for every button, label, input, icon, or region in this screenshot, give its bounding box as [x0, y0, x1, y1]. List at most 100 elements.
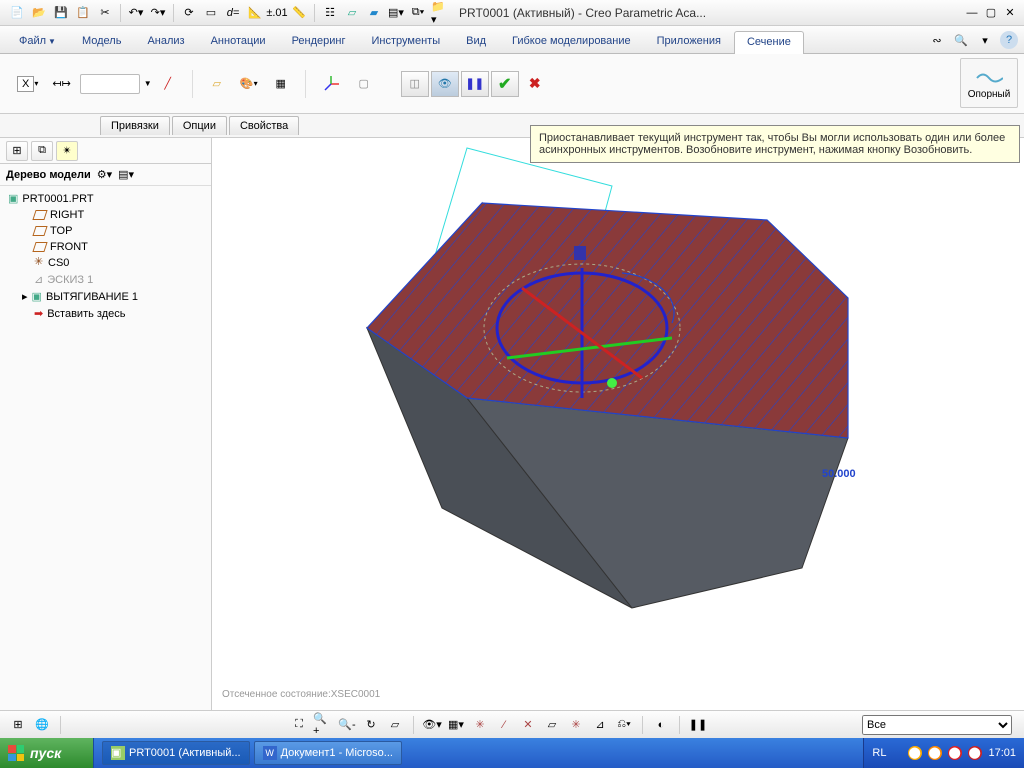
- render-icon[interactable]: ◐: [650, 715, 672, 735]
- tree-filter-icon[interactable]: ▤▾: [118, 168, 134, 181]
- layer-icon[interactable]: ☷: [320, 3, 340, 23]
- grid-button[interactable]: ▦: [267, 70, 295, 98]
- browser-icon[interactable]: 🌐: [31, 715, 53, 735]
- taskbar-item-creo[interactable]: ▣ PRT0001 (Активный...: [102, 741, 250, 765]
- taskbar-item-word[interactable]: W Документ1 - Microso...: [254, 741, 402, 765]
- reference-panel[interactable]: Опорный: [960, 58, 1018, 108]
- search-icon[interactable]: 🔍: [952, 31, 970, 49]
- menu-file[interactable]: Файл▼: [6, 30, 69, 53]
- csys-button[interactable]: [316, 70, 346, 98]
- folder-icon[interactable]: 📁▾: [430, 3, 450, 23]
- tree-item-cs0[interactable]: CS0: [6, 255, 205, 271]
- paint-button[interactable]: 🎨▾: [235, 70, 263, 98]
- tree-root[interactable]: ▣PRT0001.PRT: [6, 190, 205, 207]
- subtab-bindings[interactable]: Привязки: [100, 116, 170, 135]
- eye-button[interactable]: 👁: [431, 71, 459, 97]
- plane-yellow-button[interactable]: ▱: [203, 70, 231, 98]
- undo-dropdown[interactable]: ↶▾: [126, 3, 146, 23]
- copy-icon[interactable]: 📋: [73, 3, 93, 23]
- rewind-icon[interactable]: ∾: [928, 31, 946, 49]
- redo-dropdown[interactable]: ↷▾: [148, 3, 168, 23]
- tree-mode2-button[interactable]: ⧉: [31, 141, 53, 161]
- accept-button[interactable]: ✔: [491, 71, 519, 97]
- note-icon[interactable]: 📐: [245, 3, 265, 23]
- plane1-icon[interactable]: ▱: [342, 3, 362, 23]
- dimension-label[interactable]: 50.000: [822, 468, 856, 480]
- csys-toggle-icon[interactable]: ✳: [469, 715, 491, 735]
- expand-icon[interactable]: ▸: [22, 290, 28, 303]
- tree-toggle-icon[interactable]: ⊞: [7, 715, 29, 735]
- clock[interactable]: 17:01: [988, 747, 1016, 759]
- tree-item-right[interactable]: RIGHT: [6, 207, 205, 223]
- new-icon[interactable]: 📄: [7, 3, 27, 23]
- cancel-button[interactable]: ✖: [521, 71, 549, 97]
- menu-apps[interactable]: Приложения: [644, 30, 734, 53]
- tol-icon[interactable]: ±.01: [267, 3, 287, 23]
- plane-toggle-icon[interactable]: ▱: [541, 715, 563, 735]
- refit-icon[interactable]: ⛶: [288, 715, 310, 735]
- play-model-button[interactable]: ◫: [401, 71, 429, 97]
- plane2-icon[interactable]: ▰: [364, 3, 384, 23]
- box-icon[interactable]: ▭: [201, 3, 221, 23]
- stack-icon[interactable]: ⧉▾: [408, 3, 428, 23]
- menu-analysis[interactable]: Анализ: [134, 30, 197, 53]
- datum-icon[interactable]: d=: [223, 3, 243, 23]
- subtab-properties[interactable]: Свойства: [229, 116, 299, 135]
- menu-rendering[interactable]: Рендеринг: [279, 30, 359, 53]
- repaint-icon[interactable]: ↻: [360, 715, 382, 735]
- dim-icon[interactable]: 📏: [289, 3, 309, 23]
- saved-view-icon[interactable]: 👁▾: [421, 715, 443, 735]
- start-button[interactable]: пуск: [0, 738, 94, 768]
- pause-small-icon[interactable]: ❚❚: [687, 715, 709, 735]
- tray-icon-1[interactable]: ⬤: [908, 746, 922, 760]
- tray-icon-4[interactable]: ⬤: [968, 746, 982, 760]
- sketch-icon: ⊿: [34, 273, 43, 286]
- annot-icon[interactable]: ⎌▾: [613, 715, 635, 735]
- regen-icon[interactable]: ⟳: [179, 3, 199, 23]
- style1-icon[interactable]: ▦▾: [445, 715, 467, 735]
- misc1-icon[interactable]: ✳︎: [565, 715, 587, 735]
- datum-plane-icon: [32, 210, 47, 220]
- zoom-in-icon[interactable]: 🔍+: [312, 715, 334, 735]
- flip-button[interactable]: ╱: [154, 70, 182, 98]
- tree-item-insert[interactable]: ➡Вставить здесь: [6, 305, 205, 322]
- selection-filter[interactable]: Все: [862, 715, 1012, 735]
- pause-button[interactable]: ❚❚: [461, 71, 489, 97]
- menu-view[interactable]: Вид: [453, 30, 499, 53]
- minimize-icon[interactable]: —: [964, 5, 980, 21]
- tree-item-extrude[interactable]: ▸▣ВЫТЯГИВАНИЕ 1: [6, 288, 205, 305]
- sheet-icon[interactable]: ▤▾: [386, 3, 406, 23]
- tree-mode1-button[interactable]: ⊞: [6, 141, 28, 161]
- close-icon[interactable]: ✕: [1002, 5, 1018, 21]
- menu-section[interactable]: Сечение: [734, 31, 804, 54]
- menu-tools[interactable]: Инструменты: [359, 30, 454, 53]
- open-icon[interactable]: 📂: [29, 3, 49, 23]
- 3d-viewport[interactable]: 50.000 Отсеченное состояние:XSEC0001: [212, 138, 1024, 710]
- tree-item-front[interactable]: FRONT: [6, 239, 205, 255]
- axis-x-button[interactable]: X▾: [12, 70, 43, 98]
- tree-mode3-button[interactable]: ✴: [56, 141, 78, 161]
- menu-flexible[interactable]: Гибкое моделирование: [499, 30, 644, 53]
- save-icon[interactable]: 💾: [51, 3, 71, 23]
- menu-annotations[interactable]: Аннотации: [198, 30, 279, 53]
- tree-item-top[interactable]: TOP: [6, 223, 205, 239]
- restore-icon[interactable]: ▢: [983, 5, 999, 21]
- tray-icon-3[interactable]: ⬤: [948, 746, 962, 760]
- box3d-button[interactable]: ▢: [350, 70, 378, 98]
- zoom-out-icon[interactable]: 🔍-: [336, 715, 358, 735]
- cut-icon[interactable]: ✂: [95, 3, 115, 23]
- dropdown-icon[interactable]: ▾: [976, 31, 994, 49]
- distance-button[interactable]: ↤↦: [47, 70, 75, 98]
- help-icon[interactable]: ?: [1000, 31, 1018, 49]
- point-toggle-icon[interactable]: ✕: [517, 715, 539, 735]
- misc2-icon[interactable]: ⊿: [589, 715, 611, 735]
- subtab-options[interactable]: Опции: [172, 116, 227, 135]
- tree-item-sketch[interactable]: ⊿ЭСКИЗ 1: [6, 271, 205, 288]
- lang-indicator[interactable]: RL: [872, 747, 886, 759]
- tree-settings-icon[interactable]: ⚙▾: [97, 168, 112, 181]
- axis-toggle-icon[interactable]: ⁄: [493, 715, 515, 735]
- dist-input[interactable]: [80, 74, 140, 94]
- menu-model[interactable]: Модель: [69, 30, 134, 53]
- tray-icon-2[interactable]: ⬤: [928, 746, 942, 760]
- shade-icon[interactable]: ▱: [384, 715, 406, 735]
